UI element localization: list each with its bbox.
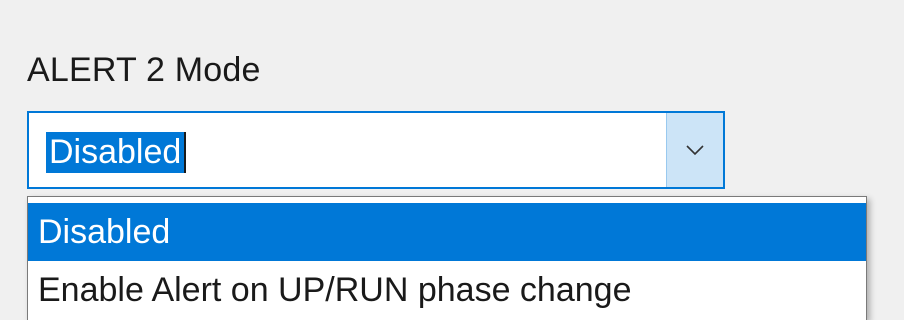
dropdown-option-enable-alert[interactable]: Enable Alert on UP/RUN phase change (28, 261, 866, 319)
alert-2-mode-label: ALERT 2 Mode (27, 51, 261, 89)
combo-selected-value[interactable]: Disabled (46, 132, 185, 173)
dropdown-button[interactable] (666, 113, 723, 187)
combo-value-wrap: Disabled (46, 132, 187, 173)
dropdown-option-disabled[interactable]: Disabled (28, 203, 866, 261)
chevron-down-icon (686, 144, 704, 155)
dropdown-list: Disabled Enable Alert on UP/RUN phase ch… (27, 196, 867, 320)
alert-2-mode-combobox[interactable]: Disabled (27, 111, 725, 189)
text-caret (184, 132, 187, 173)
